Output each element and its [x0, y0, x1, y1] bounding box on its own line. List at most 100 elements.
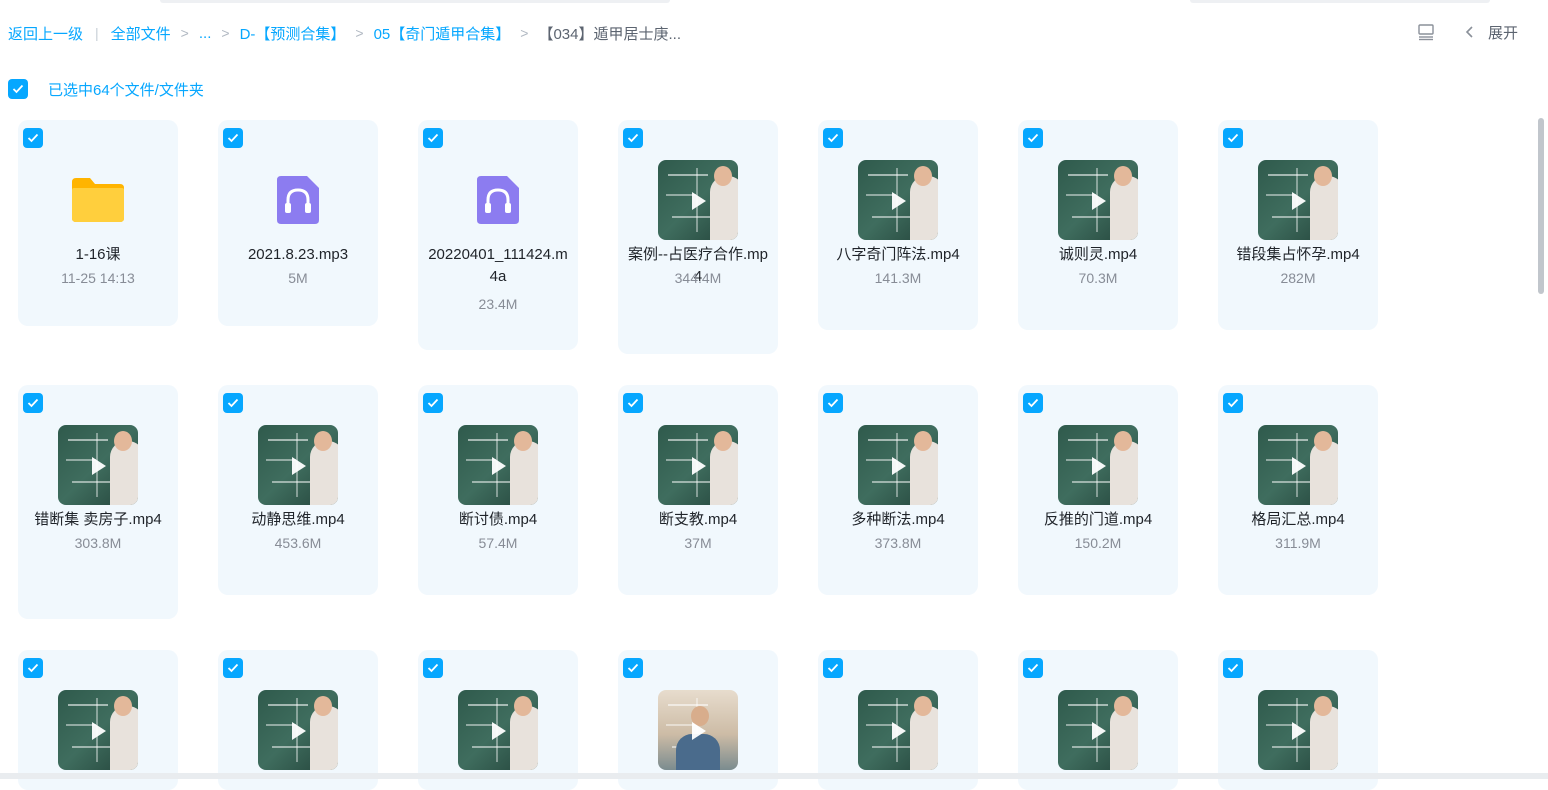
audio-file-icon [258, 160, 338, 240]
play-icon [892, 192, 906, 210]
file-meta: 282M [1218, 270, 1378, 286]
file-meta: 57.4M [418, 535, 578, 551]
file-checkbox[interactable] [223, 393, 243, 413]
play-icon [292, 722, 306, 740]
file-checkbox[interactable] [223, 658, 243, 678]
file-card[interactable] [218, 650, 378, 790]
file-card[interactable] [618, 650, 778, 790]
file-name: 多种断法.mp4 [826, 509, 970, 531]
file-card[interactable]: 20220401_111424.m4a 23.4M [418, 120, 578, 350]
file-checkbox[interactable] [823, 393, 843, 413]
file-meta: 311.9M [1218, 535, 1378, 551]
file-checkbox[interactable] [623, 393, 643, 413]
video-thumbnail [258, 425, 338, 505]
file-checkbox[interactable] [823, 128, 843, 148]
expand-button[interactable]: 展开 [1488, 22, 1518, 43]
file-checkbox[interactable] [1023, 658, 1043, 678]
file-card[interactable] [18, 650, 178, 790]
file-checkbox[interactable] [623, 128, 643, 148]
chevron-left-icon[interactable] [1460, 22, 1480, 42]
file-meta: 150.2M [1018, 535, 1178, 551]
play-icon [1292, 722, 1306, 740]
select-all-bar: 已选中64个文件/文件夹 [8, 78, 204, 100]
check-icon [27, 398, 39, 408]
file-card[interactable]: 2021.8.23.mp3 5M [218, 120, 378, 326]
file-card[interactable]: 断支教.mp4 37M [618, 385, 778, 595]
breadcrumb-all-files[interactable]: 全部文件 [111, 23, 171, 44]
check-icon [227, 133, 239, 143]
top-edge-segment [1190, 0, 1490, 3]
file-card[interactable] [818, 650, 978, 790]
file-card[interactable]: 动静思维.mp4 453.6M [218, 385, 378, 595]
folder-icon [58, 160, 138, 240]
file-card[interactable]: 断讨债.mp4 57.4M [418, 385, 578, 595]
check-icon [1227, 398, 1239, 408]
file-card[interactable]: 格局汇总.mp4 311.9M [1218, 385, 1378, 595]
file-checkbox[interactable] [1223, 128, 1243, 148]
check-icon [1027, 663, 1039, 673]
breadcrumb-ellipsis[interactable]: ... [199, 25, 212, 42]
file-card[interactable]: 1-16课 11-25 14:13 [18, 120, 178, 326]
check-icon [12, 84, 24, 94]
file-card[interactable]: 反推的门道.mp4 150.2M [1018, 385, 1178, 595]
file-checkbox[interactable] [23, 658, 43, 678]
view-mode-icon[interactable] [1416, 22, 1436, 42]
horizontal-scrollbar-track[interactable] [0, 773, 1548, 779]
file-name: 错段集占怀孕.mp4 [1226, 244, 1370, 266]
breadcrumb-current: 【034】遁甲居士庚... [538, 23, 681, 44]
check-icon [827, 133, 839, 143]
file-meta: 70.3M [1018, 270, 1178, 286]
top-edge [0, 0, 1548, 6]
file-checkbox[interactable] [423, 393, 443, 413]
play-icon [1092, 457, 1106, 475]
check-icon [27, 133, 39, 143]
file-checkbox[interactable] [1023, 393, 1043, 413]
file-card[interactable]: 错断集 卖房子.mp4 303.8M [18, 385, 178, 619]
file-card[interactable]: 八字奇门阵法.mp4 141.3M [818, 120, 978, 330]
video-thumbnail [858, 425, 938, 505]
video-thumbnail [1058, 690, 1138, 770]
file-card[interactable] [418, 650, 578, 790]
file-meta: 373.8M [818, 535, 978, 551]
file-checkbox[interactable] [1023, 128, 1043, 148]
chevron-right-icon: > [355, 25, 363, 41]
video-thumbnail [858, 160, 938, 240]
file-checkbox[interactable] [823, 658, 843, 678]
play-icon [92, 457, 106, 475]
file-name: 错断集 卖房子.mp4 [26, 509, 170, 531]
breadcrumb-prediction[interactable]: D-【预测合集】 [240, 23, 346, 44]
check-icon [427, 133, 439, 143]
file-checkbox[interactable] [623, 658, 643, 678]
file-meta: 23.4M [418, 296, 578, 312]
check-icon [627, 398, 639, 408]
file-card[interactable]: 错段集占怀孕.mp4 282M [1218, 120, 1378, 330]
file-checkbox[interactable] [1223, 658, 1243, 678]
breadcrumb: 返回上一级 | 全部文件 > ... > D-【预测合集】 > 05【奇门遁甲合… [8, 22, 681, 44]
chevron-right-icon: > [520, 25, 528, 41]
play-icon [292, 457, 306, 475]
vertical-scrollbar[interactable] [1538, 118, 1544, 294]
play-icon [892, 457, 906, 475]
file-meta: 37M [618, 535, 778, 551]
file-checkbox[interactable] [23, 128, 43, 148]
chevron-right-icon: > [181, 25, 189, 41]
file-checkbox[interactable] [423, 128, 443, 148]
top-edge-segment [160, 0, 670, 3]
file-checkbox[interactable] [423, 658, 443, 678]
back-link[interactable]: 返回上一级 [8, 23, 83, 44]
file-checkbox[interactable] [1223, 393, 1243, 413]
file-name: 动静思维.mp4 [226, 509, 370, 531]
play-icon [892, 722, 906, 740]
select-all-checkbox[interactable] [8, 79, 28, 99]
file-card[interactable]: 案例--占医疗合作.mp4 344.4M [618, 120, 778, 354]
file-card[interactable]: 诚则灵.mp4 70.3M [1018, 120, 1178, 330]
file-name: 1-16课 [26, 244, 170, 266]
file-card[interactable] [1218, 650, 1378, 790]
breadcrumb-qimen[interactable]: 05【奇门遁甲合集】 [374, 23, 511, 44]
file-checkbox[interactable] [23, 393, 43, 413]
file-name: 20220401_111424.m4a [426, 244, 570, 288]
check-icon [827, 663, 839, 673]
file-checkbox[interactable] [223, 128, 243, 148]
file-card[interactable]: 多种断法.mp4 373.8M [818, 385, 978, 595]
file-card[interactable] [1018, 650, 1178, 790]
